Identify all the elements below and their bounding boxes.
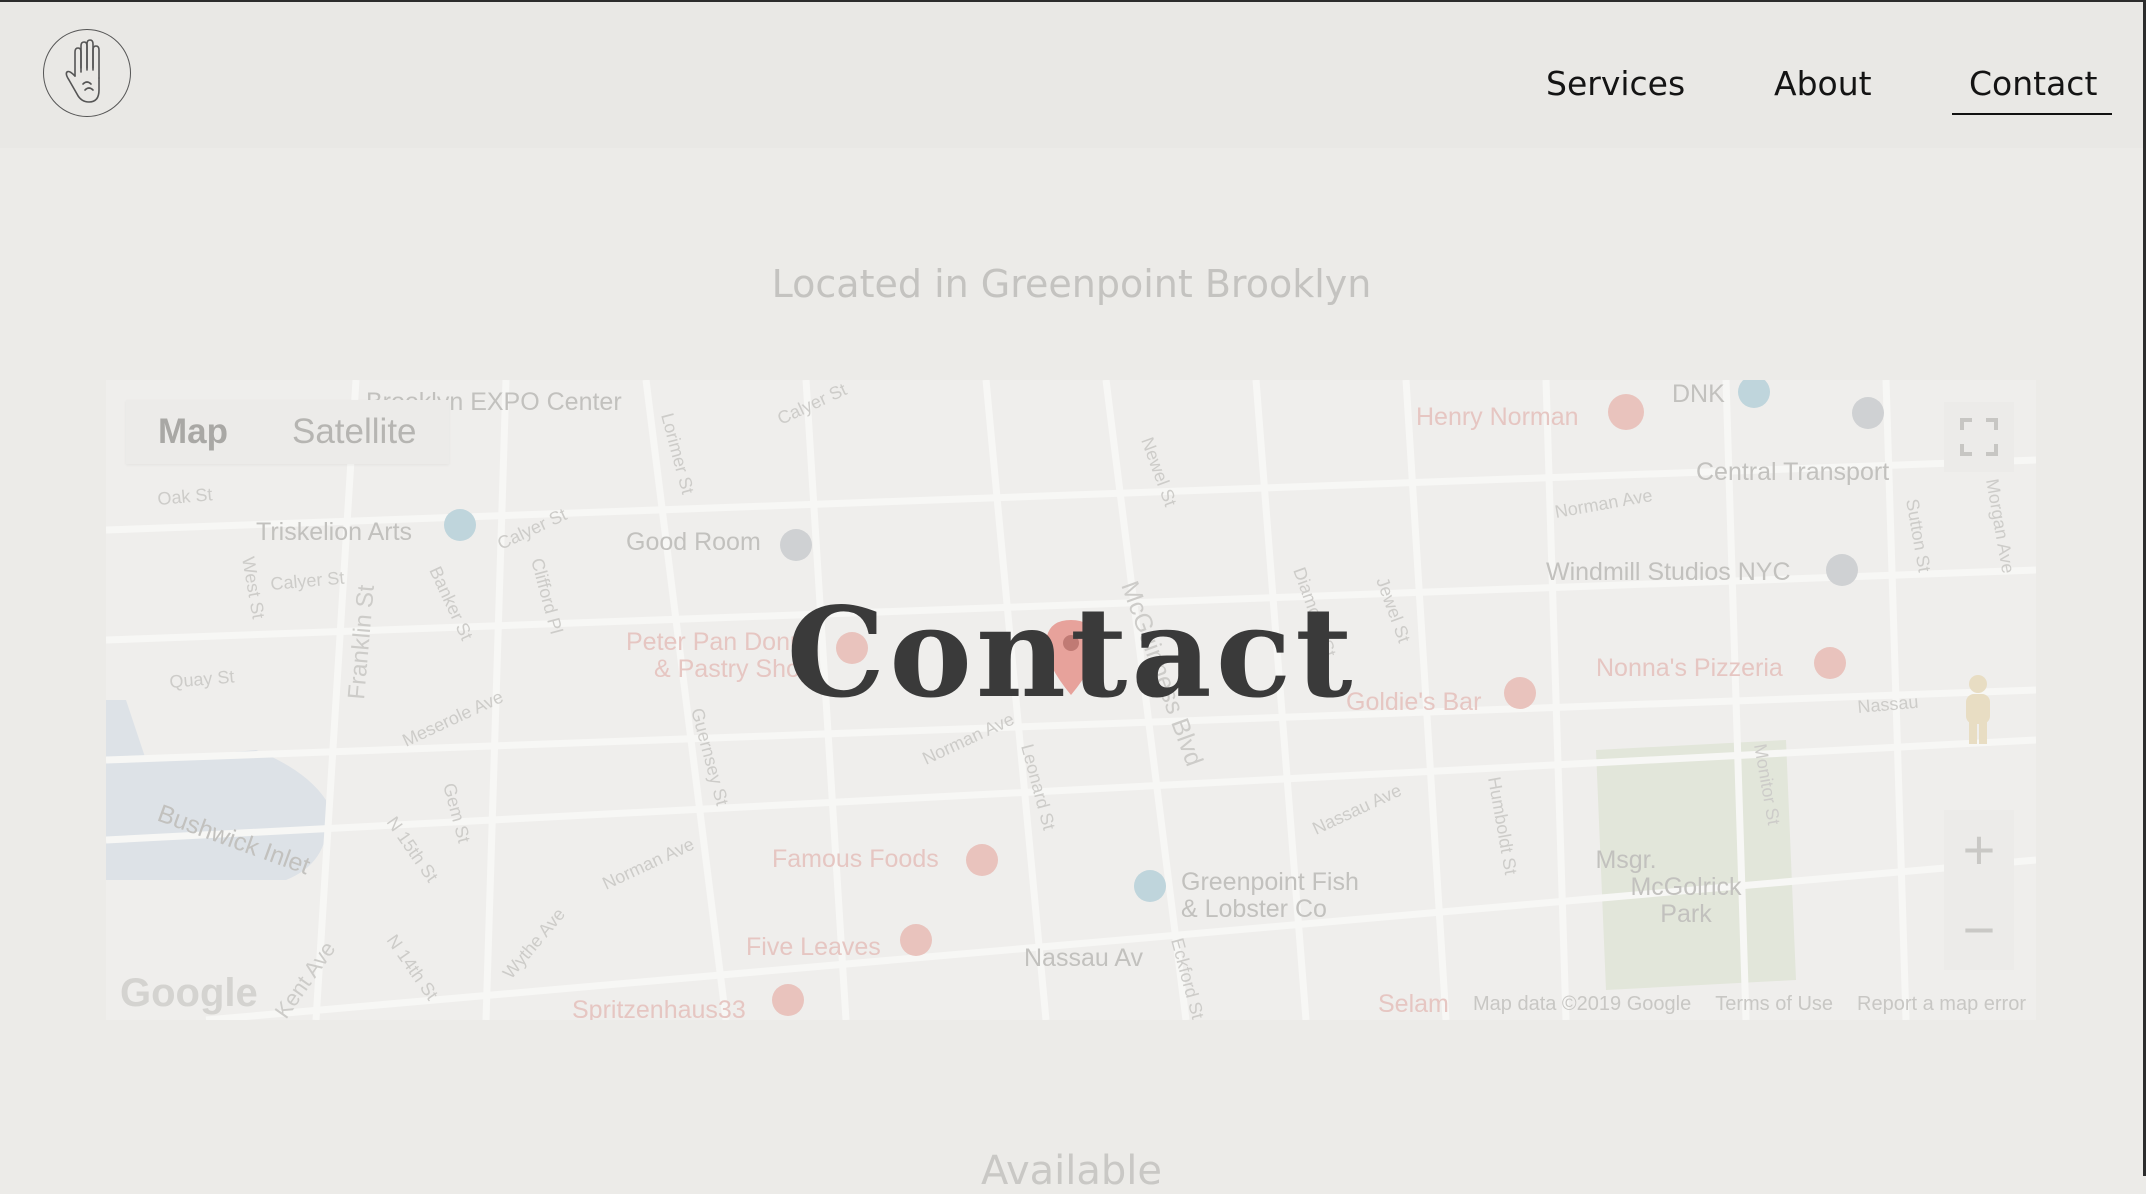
map-attribution: Map data ©2019 Google Terms of Use Repor… bbox=[1473, 993, 2026, 1016]
street-eckford: Eckford St bbox=[1167, 936, 1208, 1020]
poi-triskelion: Triskelion Arts bbox=[256, 518, 412, 546]
page-title: Contact bbox=[786, 581, 1357, 727]
street-oak: Oak St bbox=[157, 484, 214, 509]
street-norman-2: Norman Ave bbox=[599, 834, 697, 894]
poi-dnk: DNK bbox=[1672, 380, 1725, 408]
location-subtitle: Located in Greenpoint Brooklyn bbox=[771, 262, 1372, 306]
available-section-heading: Available bbox=[980, 1148, 1163, 1194]
street-wythe: Wythe Ave bbox=[499, 904, 569, 982]
map-type-satellite-button[interactable]: Satellite bbox=[260, 400, 449, 464]
poi-selamat: Selam bbox=[1378, 990, 1449, 1018]
fullscreen-icon bbox=[1960, 418, 1998, 456]
site-header: Services About Contact bbox=[0, 2, 2143, 148]
poi-central-transport: Central Transport bbox=[1696, 458, 1889, 486]
poi-greenpoint-fish-2: & Lobster Co bbox=[1181, 895, 1327, 923]
nav-contact-link[interactable]: Contact bbox=[1969, 64, 2097, 103]
poi-park-1: Msgr. bbox=[1595, 846, 1656, 874]
poi-park-3: Park bbox=[1660, 900, 1712, 928]
poi-famous-foods: Famous Foods bbox=[772, 845, 939, 873]
poi-spritzenhaus: Spritzenhaus33 bbox=[572, 996, 746, 1020]
street-n14: N 14th St bbox=[383, 931, 442, 1004]
poi-park-2: McGolrick bbox=[1630, 873, 1742, 901]
nav-about-link[interactable]: About bbox=[1774, 64, 1872, 103]
poi-henry-norman: Henry Norman bbox=[1416, 403, 1579, 431]
report-map-error-link[interactable]: Report a map error bbox=[1857, 993, 2026, 1016]
poi-greenpoint-fish-1: Greenpoint Fish bbox=[1181, 868, 1359, 896]
fullscreen-button[interactable] bbox=[1944, 402, 2014, 472]
street-newel: Newel St bbox=[1137, 435, 1180, 510]
nav-services-link[interactable]: Services bbox=[1546, 64, 1685, 103]
poi-five-leaves: Five Leaves bbox=[746, 933, 881, 961]
map-type-control: Map Satellite bbox=[126, 400, 449, 464]
active-nav-underline bbox=[1952, 113, 2112, 115]
street-nassau-ave: Nassau Ave bbox=[1309, 780, 1404, 839]
zoom-out-button[interactable]: − bbox=[1944, 890, 2014, 970]
map-type-map-button[interactable]: Map bbox=[126, 400, 260, 464]
hand-logo-icon[interactable] bbox=[43, 29, 131, 117]
zoom-in-button[interactable]: + bbox=[1944, 810, 2014, 890]
street-morgan: Morgan Ave bbox=[1982, 477, 2018, 575]
street-sutton: Sutton St bbox=[1902, 497, 1935, 573]
google-logo[interactable]: Google bbox=[120, 971, 258, 1016]
terms-of-use-link[interactable]: Terms of Use bbox=[1715, 993, 1833, 1016]
street-norman-3: Norman Ave bbox=[1553, 485, 1654, 522]
zoom-control: + − bbox=[1944, 810, 2014, 970]
street-humboldt: Humboldt St bbox=[1484, 775, 1521, 876]
map-data-text: Map data ©2019 Google bbox=[1472, 993, 1692, 1015]
street-gem: Gem St bbox=[439, 781, 474, 845]
poi-good-room: Good Room bbox=[626, 528, 761, 556]
street-lorimer: Lorimer St bbox=[657, 411, 698, 496]
poi-nassau-av: Nassau Av bbox=[1024, 944, 1144, 972]
